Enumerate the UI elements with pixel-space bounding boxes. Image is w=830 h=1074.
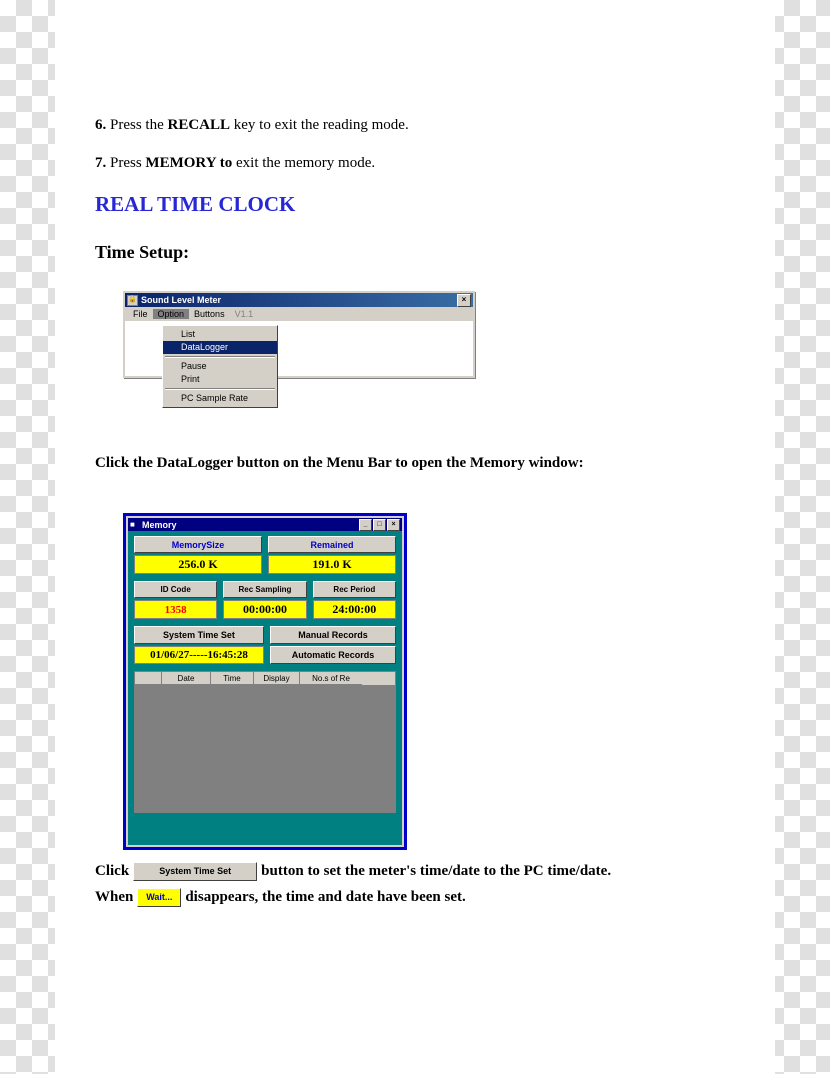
sound-level-meter-window: 🔒 Sound Level Meter × File Option Button… (123, 291, 475, 325)
step-7-post: exit the memory mode. (232, 155, 376, 171)
memory-window: ■ Memory _ □ × MemorySize Remained 256.0… (126, 516, 404, 847)
maximize-icon[interactable]: □ (373, 518, 386, 531)
step-6-number: 6. (95, 117, 107, 133)
menu-item-file[interactable]: File (128, 309, 153, 319)
menu-separator (165, 388, 275, 390)
option-dropdown-menu: List DataLogger Pause Print PC Sample Ra… (162, 325, 278, 408)
menu-item-buttons[interactable]: Buttons (189, 309, 230, 319)
menu-item-pause[interactable]: Pause (163, 360, 277, 373)
table-header-date: Date (162, 672, 211, 685)
document-page: 6. Press the RECALL key to exit the read… (55, 0, 775, 1074)
inline-wait-indicator: Wait... (137, 888, 182, 907)
rec-value-row: 1358 00:00:00 24:00:00 (134, 600, 396, 619)
subsection-heading: Time Setup: (95, 242, 190, 262)
step-7-bold: MEMORY to (145, 155, 233, 171)
slm-title-bar: 🔒 Sound Level Meter × (125, 293, 473, 307)
bottom-line2-prefix: When (95, 888, 134, 905)
step-6-bold: RECALL (167, 117, 231, 133)
bottom-instruction-line-1: Click System Time Set button to set the me… (95, 862, 611, 881)
memory-size-button[interactable]: MemorySize (134, 536, 262, 553)
memory-icon: ■ (130, 520, 135, 529)
close-icon[interactable]: × (387, 518, 400, 531)
table-header-no-of-rec: No.s of Re (300, 672, 362, 685)
table-header-display: Display (254, 672, 300, 685)
lock-icon: 🔒 (127, 294, 138, 306)
minimize-icon[interactable]: _ (359, 518, 372, 531)
memory-window-controls: _ □ × (359, 518, 400, 531)
system-datetime-value: 01/06/27-----16:45:28 (134, 646, 264, 664)
memory-size-value: 256.0 K (134, 555, 262, 574)
menu-item-pc-sample-rate[interactable]: PC Sample Rate (163, 392, 277, 405)
caption-text: Click the DataLogger button on the Menu … (95, 455, 584, 471)
memory-title-bar: ■ Memory _ □ × (128, 518, 402, 531)
section-heading: REAL TIME CLOCK (95, 192, 296, 216)
step-7-number: 7. (95, 155, 107, 171)
menu-item-list[interactable]: List (163, 328, 277, 341)
table-header-index (135, 672, 162, 685)
step-7-paragraph: 7. Press MEMORY to exit the memory mode. (95, 154, 375, 172)
memory-window-title: Memory (142, 519, 177, 530)
memory-size-value-row: 256.0 K 191.0 K (134, 555, 396, 574)
menu-separator (165, 356, 275, 358)
bottom-line1-suffix: button to set the meter's time/date to t… (261, 862, 612, 879)
menu-item-datalogger[interactable]: DataLogger (163, 341, 277, 354)
step-6-paragraph: 6. Press the RECALL key to exit the read… (95, 116, 409, 134)
bottom-instruction-line-2: When Wait... disappears, the time and date… (95, 888, 466, 907)
bottom-line1-prefix: Click (95, 862, 130, 879)
remained-value: 191.0 K (268, 555, 396, 574)
records-table[interactable]: Date Time Display No.s of Re (134, 671, 396, 813)
rec-label-row: ID Code Rec Sampling Rec Period (134, 581, 396, 598)
table-header-time: Time (211, 672, 254, 685)
menu-item-option[interactable]: Option (152, 309, 190, 319)
memory-window-frame: ■ Memory _ □ × MemorySize Remained 256.0… (123, 513, 407, 850)
bottom-line2-suffix: disappears, the time and date have been … (185, 888, 466, 905)
menu-item-version: V1.1 (234, 309, 254, 319)
memory-client-area: MemorySize Remained 256.0 K 191.0 K ID C… (128, 531, 402, 818)
close-icon[interactable]: × (457, 293, 471, 307)
manual-records-button[interactable]: Manual Records (269, 626, 396, 644)
id-code-button[interactable]: ID Code (134, 581, 218, 598)
id-code-value: 1358 (134, 600, 218, 619)
rec-period-value: 24:00:00 (312, 600, 396, 619)
remained-button[interactable]: Remained (268, 536, 396, 553)
slm-menu-bar: File Option Buttons V1.1 (125, 307, 473, 322)
step-6-pre: Press the (106, 117, 168, 133)
menu-item-print[interactable]: Print (163, 373, 277, 386)
system-time-set-button[interactable]: System Time Set (134, 626, 264, 644)
step-7-pre: Press (106, 155, 146, 171)
records-table-header: Date Time Display No.s of Re (135, 672, 395, 685)
rec-sampling-button[interactable]: Rec Sampling (223, 581, 307, 598)
rec-sampling-value: 00:00:00 (223, 600, 307, 619)
system-time-row: System Time Set Manual Records (134, 626, 396, 644)
datetime-row: 01/06/27-----16:45:28 Automatic Records (134, 646, 396, 664)
automatic-records-button[interactable]: Automatic Records (269, 646, 396, 664)
inline-system-time-set-button[interactable]: System Time Set (133, 862, 258, 881)
memory-size-label-row: MemorySize Remained (134, 536, 396, 553)
step-6-post: key to exit the reading mode. (230, 117, 409, 133)
rec-period-button[interactable]: Rec Period (312, 581, 396, 598)
slm-window-title: Sound Level Meter (141, 295, 222, 305)
